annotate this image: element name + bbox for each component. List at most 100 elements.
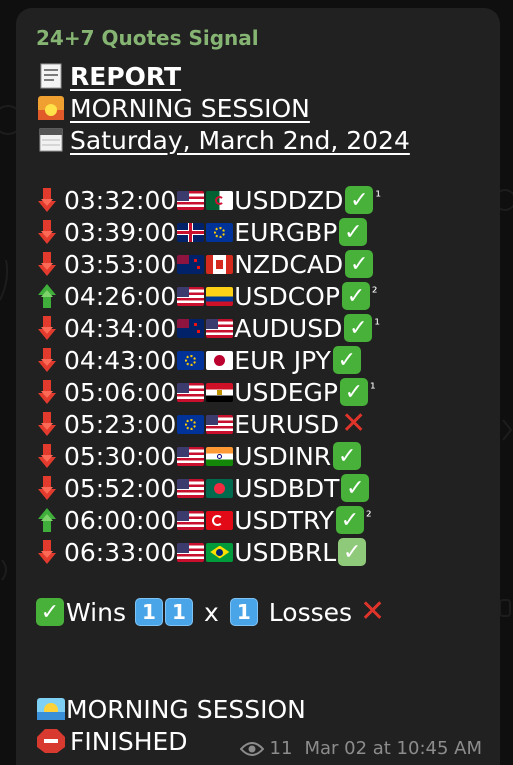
- keycap-digit: 1: [229, 598, 258, 626]
- flag-us-icon: [177, 478, 205, 498]
- flag-eu-icon: [206, 222, 234, 242]
- signal-row: 04:26:00 USDCOP ✓ ²: [36, 281, 378, 311]
- flag-nz-icon: [177, 254, 205, 274]
- check-mark-icon: ✓: [341, 282, 370, 310]
- signal-pair: USDBDT: [234, 473, 340, 503]
- signal-pair: USDEGP: [234, 377, 338, 407]
- flag-us-icon: [177, 382, 205, 402]
- check-mark-icon: ✓: [338, 538, 367, 566]
- flag-eu-icon: [177, 350, 205, 370]
- session-title: MORNING SESSION: [70, 93, 310, 123]
- cross-mark-icon: ✕: [341, 406, 367, 441]
- flag-ca-icon: [206, 254, 234, 274]
- session-title-line: MORNING SESSION: [36, 93, 310, 123]
- session-end-text: MORNING SESSION: [66, 694, 306, 724]
- signal-time: 04:43:00: [64, 345, 177, 375]
- view-count: 11: [269, 738, 293, 759]
- receipt-icon: [40, 63, 62, 89]
- flag-us-icon: [177, 446, 205, 466]
- sunrise-icon: [38, 96, 64, 120]
- signal-time: 05:30:00: [64, 441, 177, 471]
- finished-text: FINISHED: [70, 726, 188, 756]
- flag-us-icon: [177, 286, 205, 306]
- signal-pair: USDCOP: [234, 281, 340, 311]
- flag-co-icon: [206, 286, 234, 306]
- signal-time: 05:23:00: [64, 409, 177, 439]
- flag-in-icon: [206, 446, 234, 466]
- flag-bd-icon: [206, 478, 234, 498]
- stop-sign-icon: [37, 729, 65, 753]
- check-mark-icon: ✓: [36, 598, 64, 626]
- signal-row: 05:52:00 USDBDT ✓: [36, 473, 371, 503]
- message-meta: 11 Mar 02 at 10:45 AM: [239, 738, 482, 759]
- message-timestamp[interactable]: Mar 02 at 10:45 AM: [304, 738, 482, 759]
- martingale-level: ¹: [374, 317, 380, 333]
- down-arrow-icon: [38, 316, 56, 340]
- message-bubble: 24+7 Quotes Signal REPORT MORNING SESSIO…: [16, 8, 500, 765]
- wins-label: Wins: [66, 597, 126, 627]
- results-summary: ✓ Wins 1 1 x 1 Losses ✕: [36, 597, 385, 627]
- signal-pair: USDTRY: [234, 505, 335, 535]
- signal-pair: EURGBP: [234, 217, 338, 247]
- flag-us-icon: [206, 318, 234, 338]
- check-mark-icon: ✓: [332, 346, 361, 374]
- cross-mark-icon: ✕: [360, 594, 386, 629]
- signal-pair: AUDUSD: [234, 313, 343, 343]
- keycap-digit: 1: [135, 598, 163, 626]
- keycap-digit: 1: [165, 598, 193, 626]
- signal-pair: USDDZD: [234, 185, 344, 215]
- signal-time: 05:06:00: [64, 377, 177, 407]
- flag-us-icon: [177, 510, 205, 530]
- signal-pair: EURUSD: [234, 409, 340, 439]
- martingale-level: ²: [366, 509, 372, 525]
- flag-eg-icon: [206, 382, 234, 402]
- flag-us-icon: [177, 542, 205, 562]
- down-arrow-icon: [38, 412, 56, 436]
- flag-br-icon: [206, 542, 234, 562]
- flag-au-icon: [177, 318, 205, 338]
- signal-pair: USDBRL: [234, 537, 337, 567]
- down-arrow-icon: [38, 444, 56, 468]
- down-arrow-icon: [38, 380, 56, 404]
- signal-time: 06:33:00: [64, 537, 177, 567]
- calendar-icon: [39, 128, 63, 152]
- signal-time: 05:52:00: [64, 473, 177, 503]
- signal-time: 04:26:00: [64, 281, 177, 311]
- up-arrow-icon: [38, 508, 56, 532]
- signal-time: 04:34:00: [64, 313, 177, 343]
- check-mark-icon: ✓: [345, 186, 374, 214]
- signal-time: 03:39:00: [64, 217, 177, 247]
- signal-time: 06:00:00: [64, 505, 177, 535]
- check-mark-icon: ✓: [336, 506, 365, 534]
- sender-name[interactable]: 24+7 Quotes Signal: [36, 26, 259, 50]
- up-arrow-icon: [38, 284, 56, 308]
- down-arrow-icon: [38, 220, 56, 244]
- signal-row: 05:30:00 USDINR ✓: [36, 441, 363, 471]
- session-end-line: MORNING SESSION: [36, 694, 306, 724]
- signal-pair: EUR JPY: [234, 345, 331, 375]
- flag-jp-icon: [206, 350, 234, 370]
- times-sign: x: [204, 597, 219, 627]
- martingale-level: ¹: [369, 381, 376, 397]
- report-title-line: REPORT: [36, 61, 181, 91]
- losses-label: Losses: [268, 597, 353, 627]
- eye-icon: [239, 741, 264, 756]
- signal-row: 03:32:00 USDDZD ✓ ¹: [36, 185, 381, 215]
- flag-tr-icon: [206, 510, 234, 530]
- flag-dz-icon: [206, 190, 234, 210]
- signal-row: 06:00:00 USDTRY ✓ ²: [36, 505, 372, 535]
- signal-pair: NZDCAD: [234, 249, 344, 279]
- report-title: REPORT: [70, 61, 182, 91]
- martingale-level: ¹: [375, 189, 381, 205]
- check-mark-icon: ✓: [339, 218, 368, 246]
- signal-row: 03:53:00 NZDCAD ✓: [36, 249, 375, 279]
- signal-row: 05:23:00 EURUSD ✕: [36, 409, 368, 439]
- flag-gb-icon: [177, 222, 205, 242]
- signal-time: 03:32:00: [64, 185, 177, 215]
- flag-eu-icon: [177, 414, 205, 434]
- signal-row: 04:34:00 AUDUSD ✓ ¹: [36, 313, 380, 343]
- signal-time: 03:53:00: [64, 249, 177, 279]
- martingale-level: ²: [371, 285, 378, 301]
- down-arrow-icon: [38, 252, 56, 276]
- check-mark-icon: ✓: [333, 442, 362, 470]
